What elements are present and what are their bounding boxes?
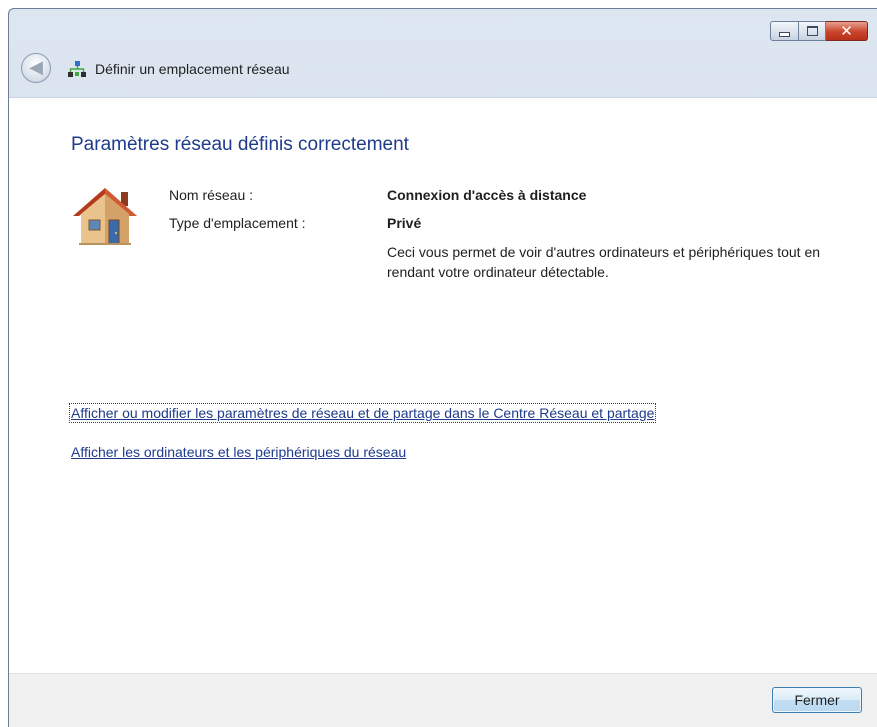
maximize-button[interactable] bbox=[799, 21, 826, 41]
title-bar: ✕ ◀ Définir un emplacement réseau bbox=[9, 9, 877, 97]
back-button[interactable]: ◀ bbox=[21, 53, 51, 83]
minimize-button[interactable] bbox=[770, 21, 799, 41]
maximize-icon bbox=[806, 26, 818, 36]
minimize-icon bbox=[779, 31, 790, 37]
network-sharing-center-link[interactable]: Afficher ou modifier les paramètres de r… bbox=[68, 403, 657, 423]
dialog-content: Paramètres réseau définis correctement N… bbox=[9, 97, 877, 674]
page-title: Paramètres réseau définis correctement bbox=[71, 134, 409, 155]
location-type-label: Type d'emplacement : bbox=[169, 215, 306, 231]
close-window-button[interactable]: ✕ bbox=[826, 21, 868, 41]
window-title: Définir un emplacement réseau bbox=[95, 61, 290, 77]
network-devices-link[interactable]: Afficher les ordinateurs et les périphér… bbox=[71, 444, 406, 460]
location-description: Ceci vous permet de voir d'autres ordina… bbox=[387, 244, 821, 280]
dialog-window: ✕ ◀ Définir un emplacement réseau Paramè… bbox=[8, 8, 877, 727]
network-icon bbox=[68, 61, 86, 77]
dialog-footer: Fermer bbox=[9, 673, 877, 727]
location-type-value: Privé bbox=[387, 215, 422, 231]
network-name-value: Connexion d'accès à distance bbox=[387, 187, 587, 203]
close-icon: ✕ bbox=[840, 21, 853, 40]
caption-buttons: ✕ bbox=[770, 21, 868, 41]
back-arrow-icon: ◀ bbox=[29, 57, 43, 78]
close-button[interactable]: Fermer bbox=[772, 687, 862, 713]
house-icon bbox=[73, 188, 137, 245]
network-name-label: Nom réseau : bbox=[169, 187, 254, 203]
